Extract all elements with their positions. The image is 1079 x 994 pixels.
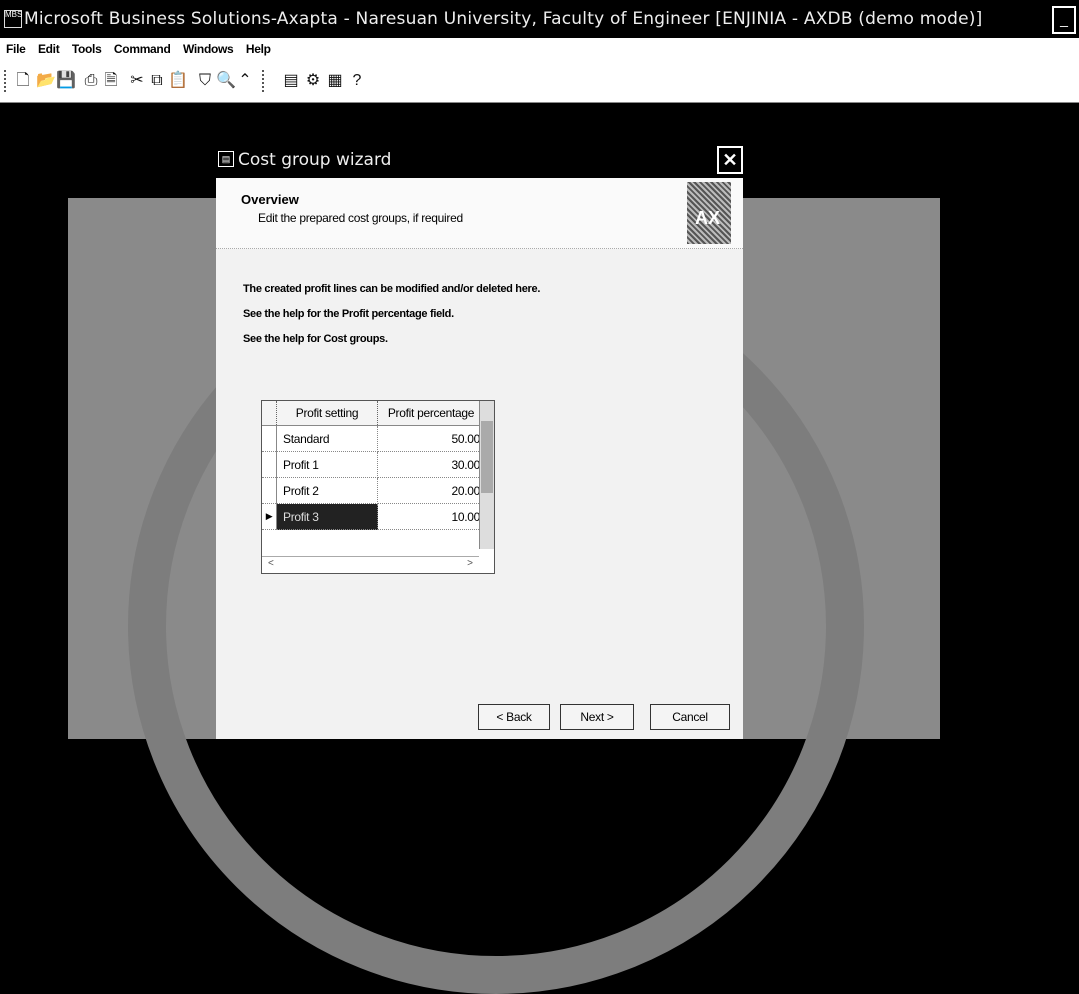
header-subtitle: Edit the prepared cost groups, if requir…: [258, 211, 463, 225]
axapta-logo-icon: AX: [687, 182, 731, 244]
minimize-button[interactable]: _: [1052, 6, 1076, 34]
menu-edit[interactable]: Edit: [34, 38, 63, 56]
profit-percentage-cell[interactable]: 30.00: [377, 451, 485, 478]
cost-group-wizard: Overview Edit the prepared cost groups, …: [216, 178, 743, 739]
header-title: Overview: [241, 192, 299, 207]
row-indicator: [262, 425, 277, 452]
find-icon[interactable]: 🔍: [216, 71, 236, 91]
next-button[interactable]: Next >: [560, 704, 634, 730]
list-icon[interactable]: ▤: [282, 71, 300, 91]
dialog-title-bar: ▤ Cost group wizard ✕: [216, 142, 743, 178]
table-row[interactable]: Profit 1 30.00: [262, 451, 485, 478]
close-button[interactable]: ✕: [717, 146, 743, 174]
new-icon[interactable]: 🗋: [14, 71, 32, 91]
profit-setting-cell[interactable]: Profit 2: [276, 477, 378, 504]
column-header-profit-percentage[interactable]: Profit percentage: [377, 401, 485, 426]
help-icon[interactable]: ?: [348, 71, 366, 91]
row-indicator: [262, 451, 277, 478]
copy-icon[interactable]: ⧉: [148, 71, 166, 91]
profit-setting-cell[interactable]: Profit 3: [276, 503, 378, 530]
paste-icon[interactable]: 📋: [168, 71, 188, 91]
save-icon[interactable]: 💾: [56, 71, 76, 91]
horizontal-scrollbar[interactable]: < >: [262, 556, 479, 573]
application-icon[interactable]: ⚙: [304, 71, 322, 91]
current-row-arrow-icon: ▶: [262, 503, 277, 530]
filter-icon[interactable]: ⛉: [196, 71, 214, 91]
cancel-button[interactable]: Cancel: [650, 704, 730, 730]
print-icon[interactable]: ⎙: [82, 71, 100, 91]
back-button[interactable]: < Back: [478, 704, 550, 730]
menu-help[interactable]: Help: [242, 38, 275, 56]
info-line: See the help for Cost groups.: [243, 333, 388, 345]
profit-percentage-cell[interactable]: 20.00: [377, 477, 485, 504]
grid-header-row: Profit setting Profit percentage: [262, 401, 485, 426]
title-bar: MBS Microsoft Business Solutions-Axapta …: [0, 0, 1079, 38]
app-icon: MBS: [4, 10, 22, 28]
toolbar: 🗋 📂 💾 ⎙ 🗎 ✂ ⧉ 📋 ⛉ 🔍 ⌃ ▤ ⚙ ▦ ?: [0, 62, 1079, 103]
info-line: See the help for the Profit percentage f…: [243, 308, 454, 320]
wizard-header: Overview Edit the prepared cost groups, …: [216, 178, 743, 249]
scroll-left-icon[interactable]: <: [268, 558, 274, 569]
window-title: Microsoft Business Solutions-Axapta - Na…: [24, 9, 983, 29]
vertical-scrollbar[interactable]: [479, 401, 494, 549]
go-to-main-table-icon[interactable]: ⌃: [236, 71, 254, 91]
table-row[interactable]: Profit 2 20.00: [262, 477, 485, 504]
profit-setting-cell[interactable]: Standard: [276, 425, 378, 452]
properties-icon[interactable]: ▦: [326, 71, 344, 91]
profit-grid[interactable]: Profit setting Profit percentage Standar…: [261, 400, 495, 574]
menu-file[interactable]: File: [0, 38, 29, 56]
open-icon[interactable]: 📂: [36, 71, 56, 91]
info-line: The created profit lines can be modified…: [243, 283, 541, 295]
profit-percentage-cell[interactable]: 50.00: [377, 425, 485, 452]
scroll-right-icon[interactable]: >: [467, 558, 473, 569]
menu-command[interactable]: Command: [110, 38, 175, 56]
row-indicator-header: [262, 401, 277, 426]
menu-bar: File Edit Tools Command Windows Help: [0, 38, 1079, 63]
toolbar-separator: [262, 70, 266, 92]
row-indicator: [262, 477, 277, 504]
table-row-selected[interactable]: ▶ Profit 3 10.00: [262, 503, 485, 530]
scrollbar-thumb[interactable]: [481, 421, 493, 493]
toolbar-grip[interactable]: [4, 70, 8, 92]
menu-tools[interactable]: Tools: [68, 38, 106, 56]
cut-icon[interactable]: ✂: [128, 71, 146, 91]
print-preview-icon[interactable]: 🗎: [102, 71, 120, 91]
wizard-icon: ▤: [218, 151, 234, 167]
table-row[interactable]: Standard 50.00: [262, 425, 485, 452]
profit-setting-cell[interactable]: Profit 1: [276, 451, 378, 478]
menu-windows[interactable]: Windows: [179, 38, 237, 56]
profit-percentage-cell[interactable]: 10.00: [377, 503, 485, 530]
column-header-profit-setting[interactable]: Profit setting: [276, 401, 378, 426]
dialog-title: Cost group wizard: [238, 150, 392, 170]
